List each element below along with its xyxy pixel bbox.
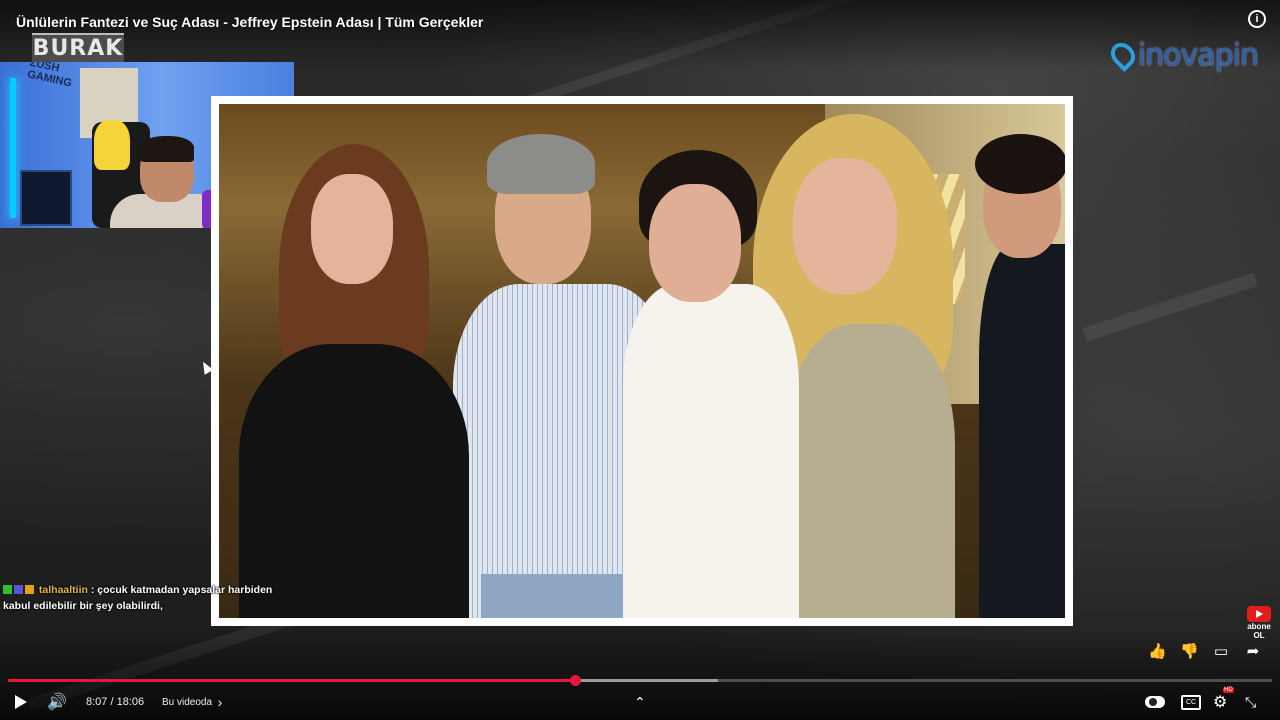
- subscribe-watermark[interactable]: abone OL: [1246, 606, 1272, 640]
- thumbs-up-icon[interactable]: 👍: [1148, 643, 1167, 661]
- channel-logo: BURAK: [32, 33, 124, 63]
- video-title[interactable]: Ünlülerin Fantezi ve Suç Adası - Jeffrey…: [16, 14, 483, 30]
- play-button[interactable]: [15, 690, 27, 714]
- top-gradient: [0, 0, 1280, 70]
- chat-message: talhaaltiin : çocuk katmadan yapsalar ha…: [3, 582, 273, 614]
- subscribe-label-2: OL: [1253, 631, 1265, 640]
- time-total: 18:06: [116, 696, 145, 708]
- moderator-badge-icon: [3, 585, 12, 594]
- exit-fullscreen-icon[interactable]: ⤡: [1245, 690, 1256, 714]
- monitor: [20, 170, 72, 226]
- person-4-face: [793, 158, 897, 294]
- sub-badge-icon: [25, 585, 34, 594]
- chat-text-line2: kabul edilebilir bir şey olabilirdi,: [3, 600, 163, 612]
- chat-username: talhaaltiin: [38, 584, 88, 596]
- gear-icon: ⚙: [1213, 694, 1228, 711]
- autoplay-toggle[interactable]: [1145, 690, 1165, 714]
- progress-played: [8, 679, 575, 682]
- share-icon[interactable]: ➦: [1244, 643, 1262, 661]
- captions-button[interactable]: CC: [1181, 690, 1201, 714]
- comment-icon[interactable]: ▭: [1212, 643, 1230, 661]
- player-controls: 🔊 8:07 / 18:06 Bu videoda › ⌃ CC ⚙ HD ⤡: [0, 687, 1280, 714]
- action-buttons: 👍 👎 ▭ ➦: [1148, 643, 1262, 661]
- person-4-dress: [785, 324, 955, 618]
- person-5-hair: [975, 134, 1065, 194]
- captions-icon: CC: [1181, 694, 1201, 710]
- thumbs-down-icon[interactable]: 👎: [1180, 643, 1199, 661]
- wall-graffiti: ZUSH GAMING: [26, 62, 73, 90]
- person-1-dress: [239, 344, 469, 618]
- subscribe-label: abone: [1247, 622, 1271, 631]
- person-3-jacket: [623, 284, 799, 618]
- person-3-face: [649, 184, 741, 302]
- chapter-button[interactable]: Bu videoda ›: [162, 690, 222, 714]
- brand-logo: inovapin: [1105, 37, 1259, 73]
- chat-text-line1: : çocuk katmadan yapsalar harbiden: [90, 584, 273, 596]
- time-current: 8:07: [86, 696, 108, 708]
- play-icon: [15, 695, 27, 709]
- autoplay-toggle-icon: [1145, 696, 1165, 708]
- person-2-hair: [487, 134, 595, 194]
- location-pin-icon: [1105, 38, 1140, 72]
- chapter-label: Bu videoda: [162, 696, 213, 708]
- person-2-jeans: [481, 574, 631, 618]
- progress-bar[interactable]: [8, 675, 1272, 686]
- person-1-face: [311, 174, 393, 284]
- time-display: 8:07 / 18:06: [86, 690, 144, 714]
- time-separator: /: [107, 696, 117, 708]
- prime-badge-icon: [14, 585, 23, 594]
- progress-scrubber-handle[interactable]: [569, 675, 581, 686]
- group-photo: [219, 104, 1065, 618]
- volume-icon[interactable]: 🔊: [47, 690, 67, 714]
- led-strip: [10, 78, 16, 218]
- streamer-hair: [140, 136, 194, 162]
- chevron-right-icon: ›: [217, 694, 223, 710]
- youtube-icon: [1247, 606, 1271, 622]
- info-icon[interactable]: i: [1248, 10, 1266, 28]
- plush-toy: [94, 120, 130, 170]
- chevron-up-icon[interactable]: ⌃: [634, 690, 646, 714]
- photo-frame: [211, 96, 1073, 626]
- hd-badge: HD: [1223, 687, 1234, 693]
- brand-logo-text: inovapin: [1137, 37, 1259, 73]
- person-5-suit: [979, 244, 1065, 618]
